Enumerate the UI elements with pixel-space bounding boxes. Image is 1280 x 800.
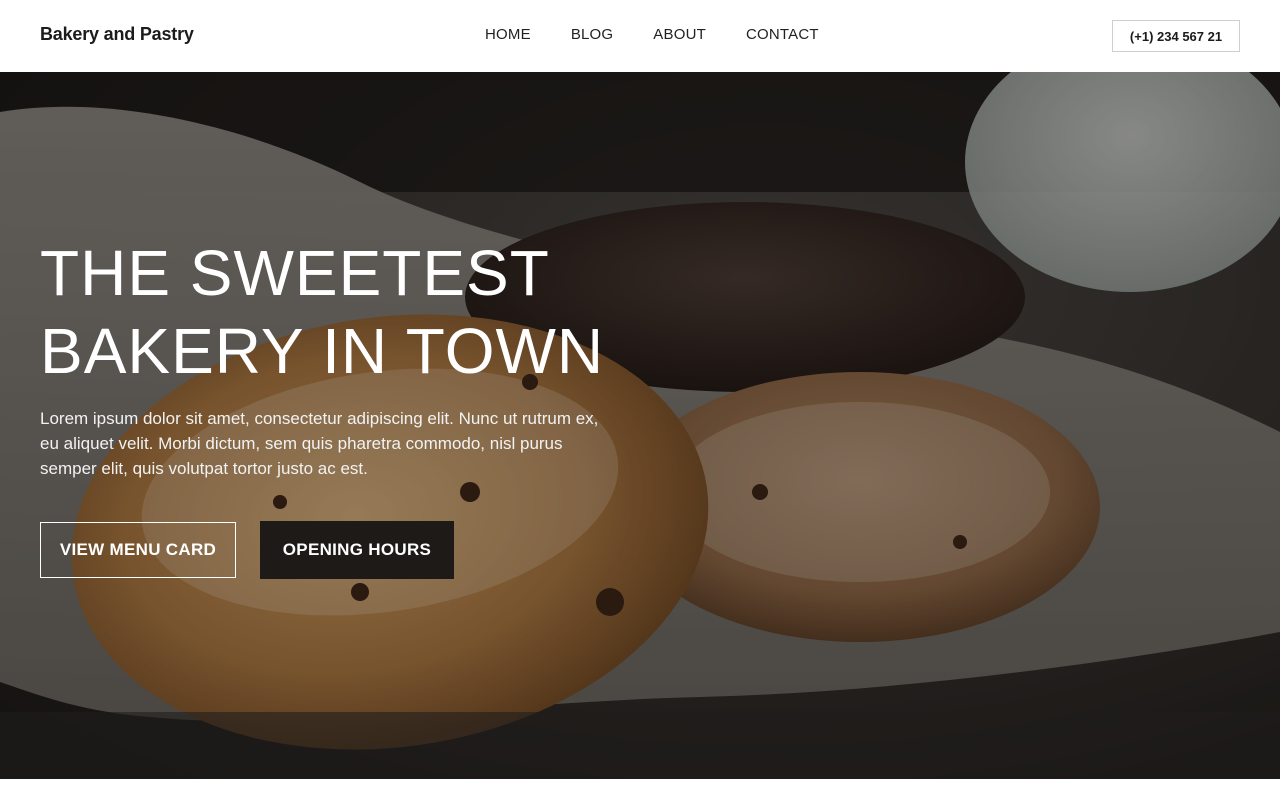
hero-section: THE SWEETEST BAKERY IN TOWN Lorem ipsum … — [0, 72, 1280, 779]
headline-line-1: THE SWEETEST — [40, 237, 550, 309]
brand-logo[interactable]: Bakery and Pastry — [40, 24, 194, 45]
nav-contact-link[interactable]: CONTACT — [746, 26, 819, 43]
hero-headline: THE SWEETEST BAKERY IN TOWN — [40, 234, 740, 390]
hero-description: Lorem ipsum dolor sit amet, consectetur … — [40, 409, 599, 478]
nav-about-link[interactable]: ABOUT — [653, 26, 706, 43]
opening-hours-button[interactable]: OPENING HOURS — [260, 521, 454, 579]
phone-button[interactable]: (+1) 234 567 21 — [1112, 20, 1240, 52]
main-nav: HOME BLOG ABOUT CONTACT — [485, 26, 859, 43]
site-header: Bakery and Pastry HOME BLOG ABOUT CONTAC… — [0, 0, 1280, 72]
nav-blog-link[interactable]: BLOG — [571, 26, 613, 43]
headline-line-2: BAKERY IN TOWN — [40, 315, 605, 387]
view-menu-card-button[interactable]: VIEW MENU CARD — [40, 522, 236, 578]
nav-home-link[interactable]: HOME — [485, 26, 531, 43]
